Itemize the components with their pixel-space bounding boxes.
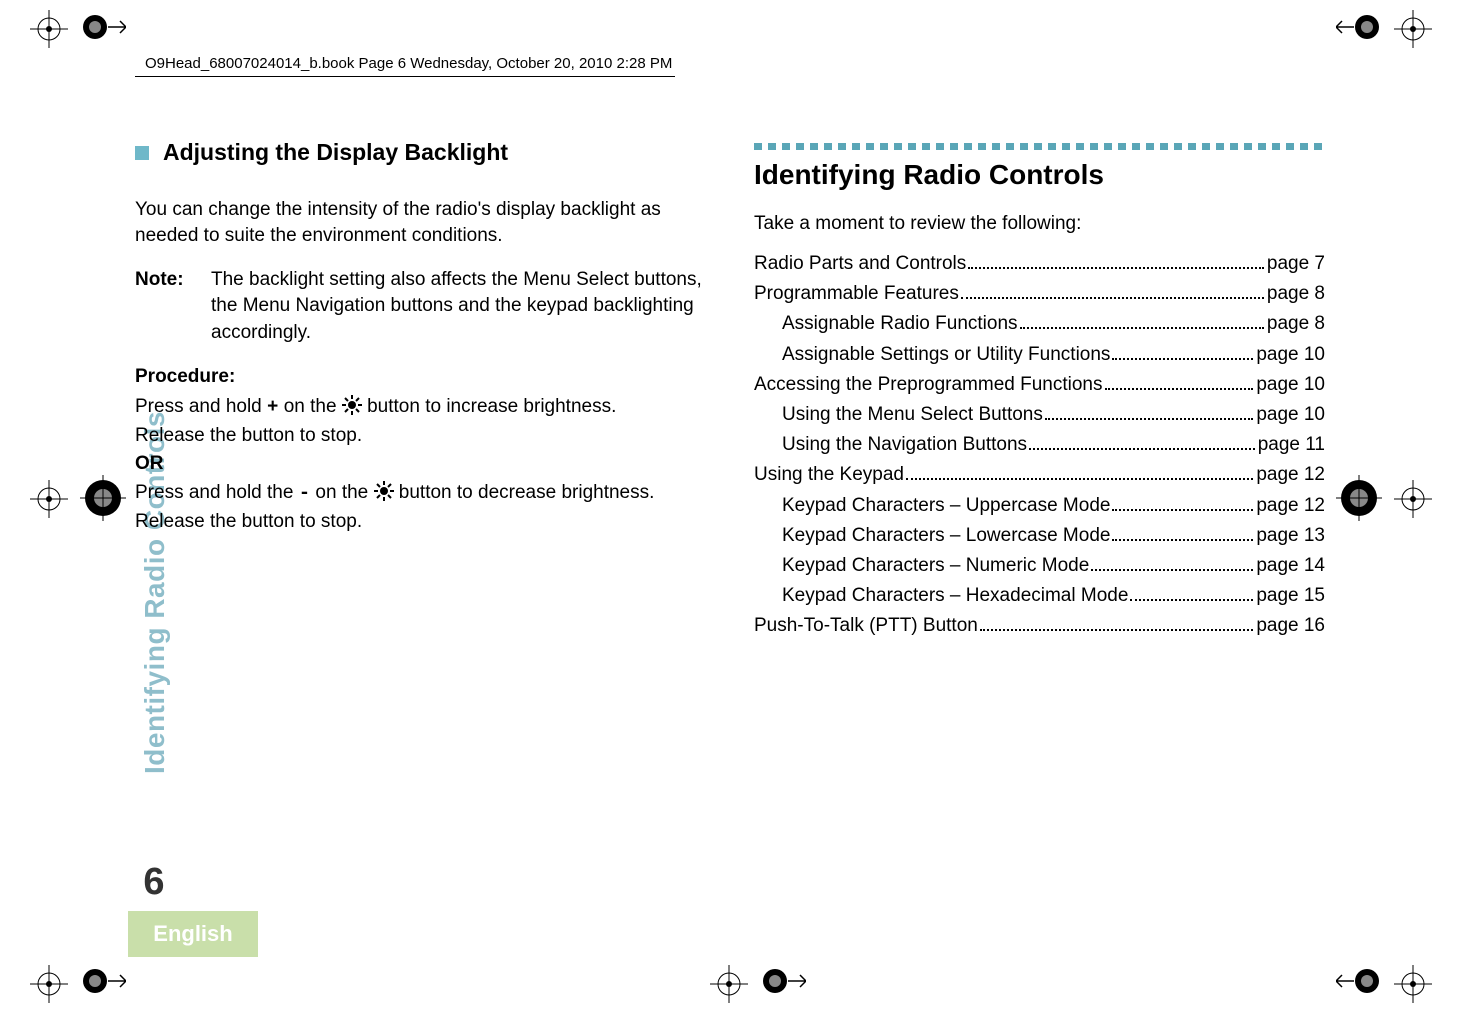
toc-label: Programmable Features bbox=[754, 281, 959, 307]
toc-leader-dots bbox=[961, 282, 1264, 299]
square-bullet-icon bbox=[135, 146, 149, 160]
registration-arrow-icon bbox=[1336, 966, 1382, 1001]
toc-leader-dots bbox=[1105, 373, 1254, 390]
table-of-contents: Radio Parts and Controls page 7 Programmab… bbox=[754, 251, 1325, 640]
toc-page: page 12 bbox=[1256, 462, 1325, 488]
toc-row: Push-To-Talk (PTT) Button page 16 bbox=[754, 613, 1325, 639]
toc-row: Radio Parts and Controls page 7 bbox=[754, 251, 1325, 277]
toc-leader-dots bbox=[1112, 494, 1253, 511]
toc-leader-dots bbox=[1112, 342, 1253, 359]
toc-page: page 16 bbox=[1256, 613, 1325, 639]
toc-leader-dots bbox=[1020, 312, 1264, 329]
toc-row: Keypad Characters – Numeric Mode page 14 bbox=[754, 553, 1325, 579]
toc-row: Keypad Characters – Lowercase Mode page 1… bbox=[754, 523, 1325, 549]
toc-page: page 8 bbox=[1267, 281, 1325, 307]
toc-label: Keypad Characters – Numeric Mode bbox=[782, 553, 1089, 579]
running-head: O9Head_68007024014_b.book Page 6 Wednesd… bbox=[135, 55, 1325, 72]
text: Press and hold the bbox=[135, 482, 299, 503]
crop-mark-icon bbox=[710, 965, 748, 1003]
toc-page: page 12 bbox=[1256, 493, 1325, 519]
toc-leader-dots bbox=[980, 614, 1253, 631]
registration-arrow-icon bbox=[80, 12, 126, 47]
toc-leader-dots bbox=[1091, 554, 1253, 571]
toc-page: page 10 bbox=[1256, 342, 1325, 368]
text: on the bbox=[278, 396, 341, 417]
toc-page: page 10 bbox=[1256, 402, 1325, 428]
toc-label: Push-To-Talk (PTT) Button bbox=[754, 613, 978, 639]
crop-mark-icon bbox=[1394, 480, 1432, 518]
brightness-icon bbox=[342, 395, 362, 423]
toc-page: page 14 bbox=[1256, 553, 1325, 579]
head-rule bbox=[135, 76, 675, 77]
toc-page: page 11 bbox=[1258, 432, 1325, 458]
toc-leader-dots bbox=[1112, 524, 1253, 541]
section-title: Adjusting the Display Backlight bbox=[163, 137, 508, 169]
toc-intro: Take a moment to review the following: bbox=[754, 211, 1325, 237]
toc-leader-dots bbox=[968, 252, 1264, 269]
note-block: Note: The backlight setting also affects… bbox=[135, 267, 706, 346]
brightness-icon bbox=[374, 481, 394, 509]
toc-leader-dots bbox=[1029, 433, 1255, 450]
toc-label: Accessing the Preprogrammed Functions bbox=[754, 372, 1103, 398]
registration-arrow-icon bbox=[1336, 475, 1382, 526]
toc-label: Using the Menu Select Buttons bbox=[782, 402, 1043, 428]
toc-label: Using the Keypad bbox=[754, 462, 904, 488]
procedure-line: Release the button to stop. bbox=[135, 423, 706, 449]
toc-label: Keypad Characters – Uppercase Mode bbox=[782, 493, 1110, 519]
registration-arrow-icon bbox=[760, 966, 806, 1001]
dashed-rule bbox=[754, 143, 1325, 150]
crop-mark-icon bbox=[1394, 965, 1432, 1003]
section-heading: Adjusting the Display Backlight bbox=[135, 137, 706, 169]
text: Press and hold bbox=[135, 396, 267, 417]
procedure-line: Release the button to stop. bbox=[135, 509, 706, 535]
toc-page: page 7 bbox=[1267, 251, 1325, 277]
toc-row: Using the Keypad page 12 bbox=[754, 462, 1325, 488]
procedure-label: Procedure: bbox=[135, 364, 706, 390]
crop-mark-icon bbox=[30, 965, 68, 1003]
toc-row: Keypad Characters – Uppercase Mode page 1… bbox=[754, 493, 1325, 519]
plus-symbol: + bbox=[267, 396, 278, 418]
toc-row: Using the Menu Select Buttons page 10 bbox=[754, 402, 1325, 428]
crop-mark-icon bbox=[30, 10, 68, 48]
intro-paragraph: You can change the intensity of the radi… bbox=[135, 197, 706, 249]
toc-label: Using the Navigation Buttons bbox=[782, 432, 1027, 458]
right-column: Identifying Radio Controls Take a moment… bbox=[754, 137, 1325, 644]
note-body: The backlight setting also affects the M… bbox=[211, 267, 706, 346]
toc-row: Programmable Features page 8 bbox=[754, 281, 1325, 307]
toc-page: page 10 bbox=[1256, 372, 1325, 398]
toc-row: Assignable Radio Functions page 8 bbox=[754, 311, 1325, 337]
toc-label: Assignable Settings or Utility Functions bbox=[782, 342, 1110, 368]
left-column: Adjusting the Display Backlight You can … bbox=[135, 137, 706, 644]
toc-row: Accessing the Preprogrammed Functions pag… bbox=[754, 372, 1325, 398]
toc-label: Keypad Characters – Lowercase Mode bbox=[782, 523, 1110, 549]
text: button to increase brightness. bbox=[362, 396, 617, 417]
registration-arrow-icon bbox=[1336, 12, 1382, 47]
procedure-line: Press and hold + on the button to increa… bbox=[135, 394, 706, 423]
procedure-line: Press and hold the - on the button to de… bbox=[135, 480, 706, 509]
registration-arrow-icon bbox=[80, 475, 126, 526]
toc-label: Radio Parts and Controls bbox=[754, 251, 966, 277]
toc-leader-dots bbox=[1045, 403, 1253, 420]
minus-symbol: - bbox=[299, 482, 310, 504]
toc-row: Assignable Settings or Utility Functions… bbox=[754, 342, 1325, 368]
toc-row: Keypad Characters – Hexadecimal Mode page… bbox=[754, 583, 1325, 609]
or-label: OR bbox=[135, 451, 706, 477]
crop-mark-icon bbox=[1394, 10, 1432, 48]
toc-leader-dots bbox=[906, 463, 1253, 480]
toc-label: Assignable Radio Functions bbox=[782, 311, 1018, 337]
registration-arrow-icon bbox=[80, 966, 126, 1001]
note-label: Note: bbox=[135, 267, 211, 346]
toc-page: page 15 bbox=[1256, 583, 1325, 609]
toc-leader-dots bbox=[1130, 584, 1253, 601]
crop-mark-icon bbox=[30, 480, 68, 518]
toc-page: page 13 bbox=[1256, 523, 1325, 549]
text: button to decrease brightness. bbox=[394, 482, 655, 503]
toc-page: page 8 bbox=[1267, 311, 1325, 337]
toc-label: Keypad Characters – Hexadecimal Mode bbox=[782, 583, 1128, 609]
text: on the bbox=[310, 482, 373, 503]
toc-row: Using the Navigation Buttons page 11 bbox=[754, 432, 1325, 458]
chapter-title: Identifying Radio Controls bbox=[754, 156, 1325, 195]
